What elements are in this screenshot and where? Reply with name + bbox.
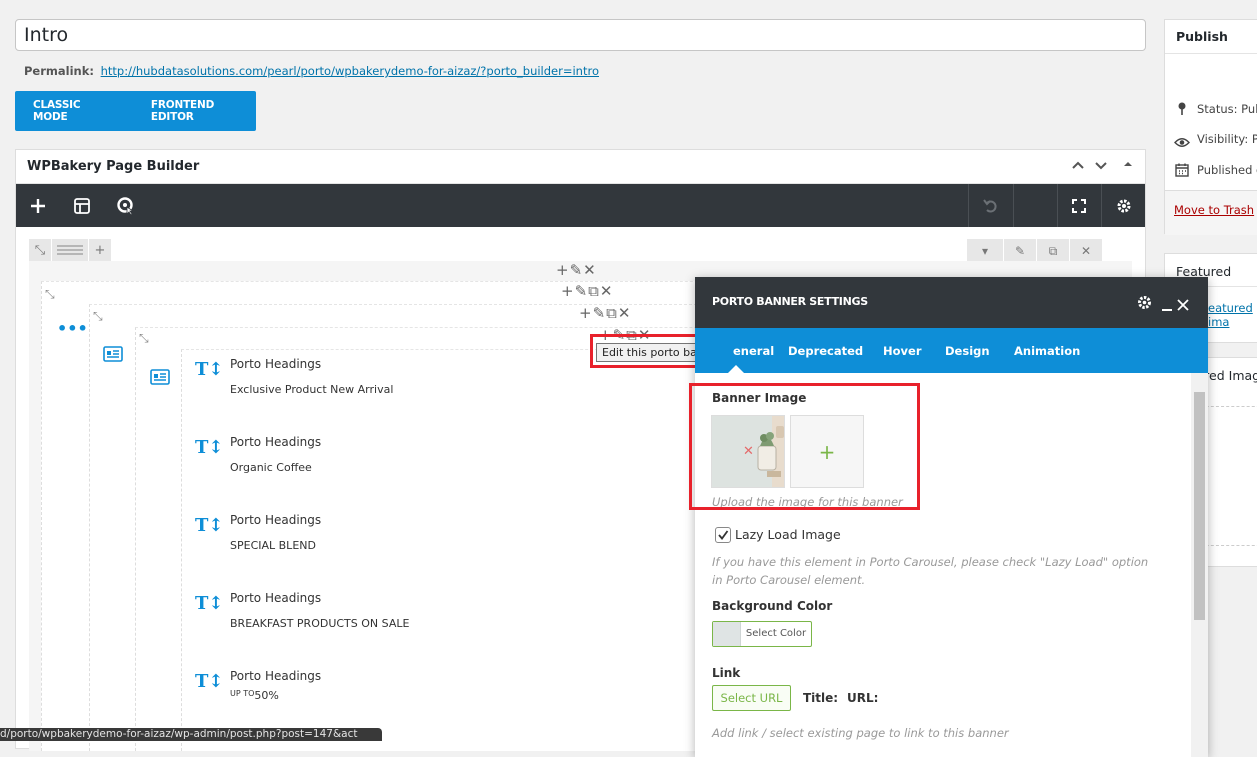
modal-title: PORTO BANNER SETTINGS <box>712 295 868 308</box>
element-value: Organic Coffee <box>230 461 312 474</box>
tab-hover[interactable]: Hover <box>883 344 922 358</box>
element-name: Porto Headings <box>230 513 322 527</box>
move-down-icon[interactable] <box>1094 158 1108 175</box>
eye-icon <box>1174 133 1190 152</box>
classic-mode-button[interactable]: CLASSIC MODE <box>15 99 115 123</box>
row-expand-icon[interactable]: ⤡ <box>29 239 51 261</box>
minimize-icon[interactable] <box>1162 297 1172 311</box>
templates-icon[interactable] <box>60 184 104 227</box>
builder-header: WPBakery Page Builder <box>16 150 1145 184</box>
lazy-load-checkbox[interactable] <box>715 527 731 543</box>
porto-banner-settings-modal: PORTO BANNER SETTINGS eneral Deprecated … <box>695 277 1208 757</box>
color-swatch <box>713 622 741 646</box>
heading-icon: T↕ <box>195 593 224 614</box>
color-picker[interactable]: Select Color <box>712 621 812 647</box>
row-delete-icon[interactable]: ✕ <box>1070 239 1102 263</box>
divider <box>1165 53 1257 54</box>
column-controls-3[interactable]: +✎⧉✕ <box>579 304 631 322</box>
highlight-box-banner-image <box>689 383 920 510</box>
pin-icon <box>1177 102 1187 118</box>
tab-general[interactable]: eneral <box>733 344 774 358</box>
column-controls-1[interactable]: +✎✕ <box>556 261 597 279</box>
publish-box: Publish Status: Publ Visibility: Pu Publ… <box>1164 19 1257 235</box>
undo-icon[interactable] <box>969 184 1013 227</box>
active-tab-indicator <box>728 365 744 373</box>
column-expand-icon[interactable]: ⤡ <box>139 331 149 346</box>
element-name: Porto Headings <box>230 591 322 605</box>
modal-tabs: eneral Deprecated Hover Design Animation <box>695 328 1208 373</box>
link-url-label: URL: <box>847 691 879 705</box>
background-color-label: Background Color <box>712 599 833 613</box>
post-title-input[interactable] <box>15 19 1146 51</box>
row-add-column-icon[interactable]: + <box>89 239 111 261</box>
permalink-link[interactable]: http://hubdatasolutions.com/pearl/porto/… <box>101 64 599 78</box>
banner-icon[interactable] <box>103 346 123 366</box>
tab-deprecated[interactable]: Deprecated <box>788 344 863 358</box>
element-name: Porto Headings <box>230 435 322 449</box>
link-label: Link <box>712 666 741 680</box>
element-value-main: 50% <box>254 689 279 702</box>
element-value: UP TO50% <box>230 689 279 702</box>
row-dropdown-icon[interactable]: ▾ <box>967 239 1003 263</box>
row-controls-right: ▾ ✎ ⧉ ✕ <box>967 239 1102 263</box>
banner-icon[interactable] <box>150 369 170 389</box>
set-featured-image-link[interactable]: eatured ima <box>1208 301 1257 329</box>
builder-title: WPBakery Page Builder <box>27 159 200 174</box>
editor-mode-bar: CLASSIC MODE FRONTEND EDITOR <box>15 91 256 131</box>
fullscreen-icon[interactable] <box>1057 184 1101 227</box>
add-element-icon[interactable] <box>16 184 60 227</box>
calendar-icon <box>1175 162 1189 181</box>
move-up-icon[interactable] <box>1071 158 1085 175</box>
lazy-load-help: If you have this element in Porto Carous… <box>712 555 1149 587</box>
frontend-editor-button[interactable]: FRONTEND EDITOR <box>115 99 256 123</box>
link-title-label: Title: <box>803 691 839 705</box>
published-text: Published o <box>1197 163 1257 177</box>
modal-header: PORTO BANNER SETTINGS <box>695 277 1208 328</box>
element-value-prefix: UP TO <box>230 689 255 698</box>
element-name: Porto Headings <box>230 669 322 683</box>
column-expand-icon[interactable]: ⤡ <box>93 309 103 324</box>
porto-studio-icon[interactable] <box>104 184 148 227</box>
column-controls-2[interactable]: +✎⧉✕ <box>561 282 613 300</box>
visibility-text: Visibility: Pu <box>1197 132 1257 146</box>
heading-icon: T↕ <box>195 515 224 536</box>
column-expand-icon[interactable]: ⤡ <box>45 287 55 302</box>
publish-title: Publish <box>1176 29 1228 44</box>
modal-settings-gear-icon[interactable] <box>1136 294 1153 315</box>
row-clone-icon[interactable]: ⧉ <box>1037 239 1069 263</box>
row-drag-handle-icon[interactable] <box>52 239 88 261</box>
more-options-icon[interactable]: ••• <box>57 319 88 338</box>
row-controls-left: ⤡ + <box>29 239 112 261</box>
status-text: Status: Publ <box>1197 102 1257 116</box>
builder-toolbar <box>16 184 1145 227</box>
permalink: Permalink: http://hubdatasolutions.com/p… <box>24 64 599 78</box>
select-color-button[interactable]: Select Color <box>741 622 811 646</box>
select-url-button[interactable]: Select URL <box>712 685 791 711</box>
heading-icon: T↕ <box>195 437 224 458</box>
element-value: Exclusive Product New Arrival <box>230 383 394 396</box>
heading-icon: T↕ <box>195 359 224 380</box>
headings-list: T↕ Porto Headings Exclusive Product New … <box>181 357 681 757</box>
lazy-load-label: Lazy Load Image <box>735 527 841 542</box>
modal-scrollbar-thumb[interactable] <box>1194 392 1205 620</box>
tab-animation[interactable]: Animation <box>1014 344 1080 358</box>
move-to-trash-link[interactable]: Move to Trash <box>1174 203 1254 217</box>
browser-status-url: d/porto/wpbakerydemo-for-aizaz/wp-admin/… <box>0 728 382 741</box>
element-name: Porto Headings <box>230 357 322 371</box>
element-value: SPECIAL BLEND <box>230 539 316 552</box>
toolbar-separator <box>1013 184 1014 227</box>
permalink-label: Permalink: <box>24 64 94 78</box>
element-value: BREAKFAST PRODUCTS ON SALE <box>230 617 410 630</box>
link-help: Add link / select existing page to link … <box>712 726 1009 740</box>
close-icon[interactable] <box>1177 296 1189 315</box>
collapse-toggle-icon[interactable] <box>1122 158 1134 173</box>
tab-design[interactable]: Design <box>945 344 990 358</box>
settings-gear-icon[interactable] <box>1102 184 1146 227</box>
row-edit-icon[interactable]: ✎ <box>1004 239 1036 263</box>
heading-icon: T↕ <box>195 671 224 692</box>
